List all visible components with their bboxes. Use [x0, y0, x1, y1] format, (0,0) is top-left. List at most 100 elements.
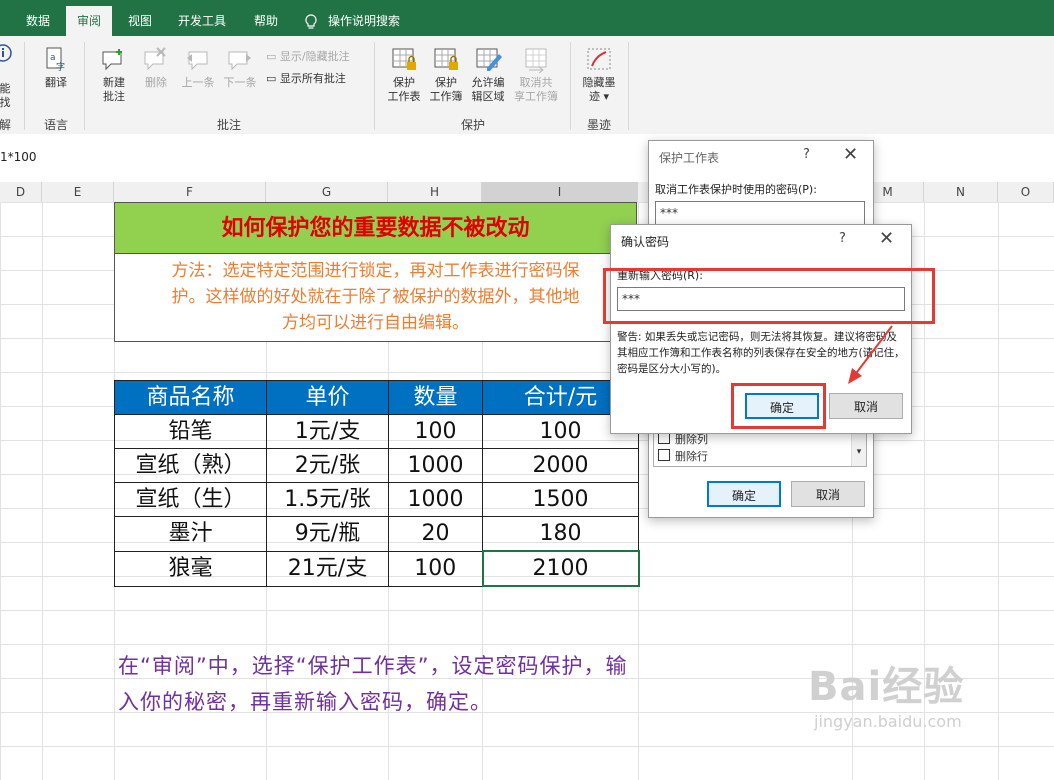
show-all-comments-button[interactable]: ▭ 显示所有批注	[266, 70, 346, 86]
table-cell[interactable]: 宣纸（生）	[114, 482, 267, 517]
column-header-f[interactable]: F	[114, 182, 266, 202]
hide-ink-button[interactable]: 隐藏墨 迹 ▾	[576, 46, 622, 104]
hide-ink-label-2: 迹 ▾	[588, 90, 610, 103]
protect-workbook-icon	[434, 48, 458, 70]
smart-lookup-label-top: 能	[0, 82, 11, 95]
method-description-cell[interactable]: 方法：选定特定范围进行锁定，再对工作表进行密码保 护。这样做的好处就在于除了被保…	[114, 254, 637, 342]
table-cell[interactable]: 2元/张	[266, 448, 389, 483]
protect-workbook-button[interactable]: 保护 工作簿	[426, 46, 466, 104]
unshare-workbook-button[interactable]: 取消共 享工作簿	[508, 46, 564, 104]
watermark-url: jingyan.baidu.com	[814, 712, 962, 731]
annotation-highlight-input	[603, 268, 935, 324]
tab-help[interactable]: 帮助	[244, 6, 288, 36]
column-header-row: D E F G H I M N O	[0, 182, 1054, 203]
protect-workbook-label-1: 保护	[435, 76, 457, 89]
new-comment-icon	[102, 49, 122, 71]
comments-small-icon: ▭	[266, 72, 277, 85]
unshare-workbook-label-1: 取消共	[519, 76, 553, 89]
protect-dialog-ok-button[interactable]: 确定	[707, 481, 781, 507]
svg-text:字: 字	[56, 61, 65, 73]
method-line-1: 方法：选定特定范围进行锁定，再对工作表进行密码保	[171, 261, 580, 281]
protect-password-label: 取消工作表保护时使用的密码(P):	[655, 183, 817, 196]
table-cell[interactable]: 9元/瓶	[266, 516, 389, 552]
tab-review[interactable]: 审阅	[66, 6, 112, 36]
tab-data[interactable]: 数据	[14, 6, 62, 36]
smart-lookup-label[interactable]: 能 找	[0, 82, 12, 110]
annotation-arrow-icon	[848, 325, 893, 384]
column-header-h[interactable]: H	[388, 182, 482, 202]
new-comment-label-2: 批注	[103, 90, 125, 103]
option-delete-columns-label: 删除列	[675, 433, 708, 446]
table-cell[interactable]: 1500	[482, 482, 639, 517]
confirm-dialog-title: 确认密码	[621, 235, 670, 249]
protect-dialog-title: 保护工作表	[659, 151, 720, 165]
table-cell[interactable]: 21元/支	[266, 550, 389, 587]
protect-sheet-button[interactable]: 保护 工作表	[382, 46, 426, 104]
table-cell[interactable]: 2000	[482, 448, 639, 483]
protect-password-input[interactable]: ***	[655, 201, 865, 225]
table-cell[interactable]: 狼毫	[114, 550, 267, 587]
hide-ink-label-1: 隐藏墨	[582, 76, 616, 89]
comment-small-icon: ▭	[266, 50, 277, 63]
translate-icon: a字	[46, 47, 65, 73]
option-delete-rows[interactable]: 删除行	[658, 448, 708, 464]
table-cell[interactable]: 1.5元/张	[266, 482, 389, 517]
header-quantity[interactable]: 数量	[388, 380, 483, 415]
new-comment-button[interactable]: 新建 批注	[94, 46, 134, 104]
table-cell[interactable]: 20	[388, 516, 483, 552]
lightbulb-icon	[304, 14, 318, 30]
table-cell[interactable]: 180	[482, 516, 639, 552]
column-header-o[interactable]: O	[998, 182, 1054, 202]
new-comment-label-1: 新建	[103, 76, 125, 89]
table-cell[interactable]: 宣纸（熟）	[114, 448, 267, 483]
formula-bar-content[interactable]: 1*100	[0, 150, 37, 164]
selected-cell[interactable]: 2100	[481, 550, 640, 587]
previous-comment-button[interactable]: 上一条	[178, 46, 218, 90]
tab-view[interactable]: 视图	[116, 6, 164, 36]
column-header-e[interactable]: E	[42, 182, 114, 202]
confirm-dialog-cancel-button[interactable]: 取消	[829, 393, 903, 419]
next-comment-button[interactable]: 下一条	[220, 46, 260, 90]
allow-edit-ranges-icon	[476, 48, 502, 71]
protect-dialog-close-button[interactable]: ✕	[843, 144, 858, 165]
table-row: 宣纸（熟） 2元/张 1000 2000	[114, 448, 639, 483]
column-header-g[interactable]: G	[266, 182, 388, 202]
table-cell[interactable]: 100	[388, 414, 483, 449]
confirm-dialog-close-button[interactable]: ✕	[879, 228, 894, 249]
table-cell[interactable]: 墨汁	[114, 516, 267, 552]
translate-label: 翻译	[45, 76, 67, 89]
tab-developer[interactable]: 开发工具	[170, 6, 234, 36]
allow-edit-ranges-button[interactable]: 允许编 辑区域	[468, 46, 508, 104]
ribbon-panel: 能 找 解 a字 翻译 语言 新建 批注 删除 上一条 下一条 ▭ 显示/隐藏批…	[0, 36, 1054, 135]
column-header-n[interactable]: N	[924, 182, 998, 202]
table-row: 墨汁 9元/瓶 20 180	[114, 516, 639, 552]
table-cell[interactable]: 1000	[388, 482, 483, 517]
checkbox-icon	[658, 449, 670, 461]
table-cell[interactable]: 1000	[388, 448, 483, 483]
translate-button[interactable]: a字 翻译	[36, 46, 76, 90]
watermark-brand: Bai经验	[808, 664, 965, 710]
column-header-d[interactable]: D	[0, 182, 42, 202]
header-product-name[interactable]: 商品名称	[114, 380, 267, 415]
protect-dialog-cancel-button[interactable]: 取消	[791, 481, 865, 507]
show-hide-comment-button[interactable]: ▭ 显示/隐藏批注	[266, 48, 350, 64]
next-comment-icon	[228, 51, 251, 71]
tell-me-search[interactable]: 操作说明搜索	[328, 6, 412, 36]
header-unit-price[interactable]: 单价	[266, 380, 389, 415]
group-comments-label: 批注	[216, 118, 241, 132]
formula-bar[interactable]: 1*100	[0, 134, 1054, 183]
sheet-title-cell[interactable]: 如何保护您的重要数据不被改动	[114, 202, 637, 254]
method-line-3: 方均可以进行自由编辑。	[282, 313, 469, 333]
delete-comment-icon	[144, 47, 166, 71]
table-cell[interactable]: 100	[388, 550, 483, 587]
method-line-2: 护。这样做的好处就在于除了被保护的数据外，其他地	[171, 287, 580, 307]
table-cell[interactable]: 1元/支	[266, 414, 389, 449]
delete-comment-button[interactable]: 删除	[138, 46, 174, 90]
allow-edit-ranges-label-1: 允许编	[471, 76, 505, 89]
ribbon-tab-bar: 数据 审阅 视图 开发工具 帮助 操作说明搜索	[0, 0, 1054, 36]
protect-dialog-help-button[interactable]: ?	[803, 147, 810, 162]
confirm-dialog-help-button[interactable]: ?	[839, 231, 846, 246]
baidu-watermark: Bai经验 jingyan.baidu.com	[808, 654, 964, 731]
column-header-i[interactable]: I	[482, 182, 638, 202]
table-cell[interactable]: 铅笔	[114, 414, 267, 449]
